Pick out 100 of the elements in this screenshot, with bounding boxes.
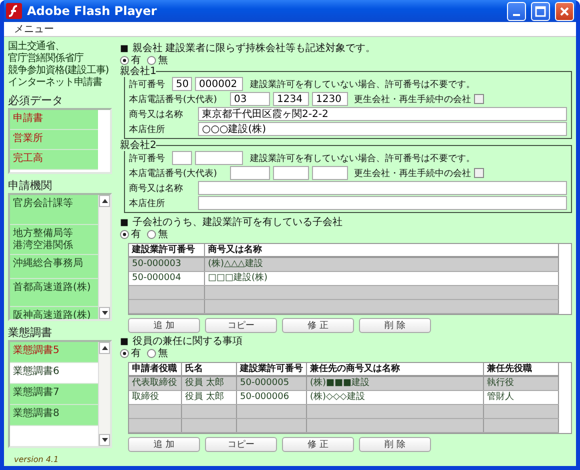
input-field[interactable]: 000002 bbox=[195, 77, 243, 91]
checkbox[interactable] bbox=[474, 168, 484, 178]
bullet-mark: ■ bbox=[120, 336, 129, 348]
table-cell: 50-000003 bbox=[129, 258, 205, 271]
list-title: 業態調書 bbox=[8, 326, 53, 339]
list-item[interactable]: 完工高 bbox=[10, 150, 98, 170]
column-header: 兼任先役職 bbox=[484, 363, 559, 375]
window-title: Adobe Flash Player bbox=[27, 4, 158, 18]
item-text-line: 港湾空港関係 bbox=[13, 240, 73, 252]
table-cell: □□□建設(株) bbox=[205, 272, 559, 285]
list-title: 申請機関 bbox=[8, 179, 53, 192]
bullet-mark: ■ bbox=[120, 43, 129, 55]
list-item[interactable]: 首都高速道路(株) bbox=[10, 279, 98, 307]
action-button[interactable]: 修 正 bbox=[282, 318, 354, 333]
action-button[interactable]: 修 正 bbox=[282, 437, 354, 452]
list-item[interactable]: 沖縄総合事務局 bbox=[10, 255, 98, 279]
input-field[interactable] bbox=[198, 196, 567, 210]
action-button[interactable]: 削 除 bbox=[359, 318, 431, 333]
table-cell: 50-000005 bbox=[237, 377, 307, 390]
menu-item[interactable]: メニュー bbox=[14, 22, 54, 36]
list-item[interactable]: 阪神高速道路(株) bbox=[10, 307, 98, 319]
checkbox[interactable] bbox=[474, 94, 484, 104]
action-button[interactable]: 削 除 bbox=[359, 437, 431, 452]
column-header: 商号又は名称 bbox=[205, 244, 559, 256]
radio-option[interactable]: 無 bbox=[147, 55, 168, 66]
field-label: 許可番号 bbox=[129, 152, 166, 164]
table-row[interactable] bbox=[129, 405, 559, 419]
table-cell: 50-000006 bbox=[237, 391, 307, 404]
field-label: 商号又は名称 bbox=[129, 108, 184, 120]
table-cell: (株)■■■建設 bbox=[307, 377, 484, 390]
field-label: 本店住所 bbox=[129, 124, 166, 136]
close-button[interactable] bbox=[555, 2, 574, 20]
radio-option[interactable]: 有 bbox=[120, 348, 141, 359]
table-cell: 取締役 bbox=[129, 391, 182, 404]
list-item[interactable]: 地方整備局等 港湾空港関係 bbox=[10, 225, 98, 255]
section-heading: 役員の兼任に関する事項 bbox=[132, 336, 243, 348]
list-item[interactable]: 業態調書6 bbox=[10, 363, 98, 384]
field-label: 本店住所 bbox=[129, 198, 166, 210]
table-row[interactable] bbox=[129, 286, 559, 300]
note-text: 建設業許可を有していない場合、許可番号は不要です。 bbox=[250, 152, 475, 164]
input-field[interactable]: 1230 bbox=[312, 92, 348, 106]
table-cell: (株)△△△建設 bbox=[205, 258, 559, 271]
input-field[interactable] bbox=[312, 166, 348, 180]
scrollbar[interactable] bbox=[98, 195, 110, 319]
checkbox-label: 更生会社・再生手続中の会社 bbox=[354, 94, 471, 106]
note-text: 建設業許可を有していない場合、許可番号は不要です。 bbox=[250, 78, 475, 90]
table-cell: 管財人 bbox=[484, 391, 559, 404]
column-header: 申請者役職 bbox=[129, 363, 182, 375]
table-row[interactable]: 取締役 役員 太郎 50-000006 (株)◇◇◇建設 管財人 bbox=[129, 391, 559, 405]
list-item[interactable]: 営業所 bbox=[10, 130, 98, 150]
input-field[interactable] bbox=[273, 166, 309, 180]
item-text-line: 地方整備局等 bbox=[13, 228, 73, 240]
radio-option[interactable]: 有 bbox=[120, 55, 141, 66]
input-field[interactable]: 1234 bbox=[273, 92, 309, 106]
list-item[interactable]: 申請書 bbox=[10, 110, 98, 130]
action-button[interactable]: 追 加 bbox=[128, 318, 200, 333]
list-item[interactable]: 官房会計課等 bbox=[10, 195, 98, 225]
maximize-button[interactable] bbox=[531, 2, 550, 20]
app-icon bbox=[6, 3, 22, 19]
table-row[interactable]: 代表取締役 役員 太郎 50-000005 (株)■■■建設 執行役 bbox=[129, 377, 559, 391]
table-row[interactable] bbox=[129, 419, 559, 433]
action-button[interactable]: コピー bbox=[205, 318, 277, 333]
close-icon bbox=[559, 6, 570, 16]
scrollbar[interactable] bbox=[98, 342, 110, 446]
version-text: version 4.1 bbox=[13, 455, 60, 464]
field-label: 本店電話番号(大代表) bbox=[129, 168, 218, 180]
down-arrow-icon[interactable] bbox=[102, 438, 108, 442]
field-label: 許可番号 bbox=[129, 78, 166, 90]
radio-option[interactable]: 無 bbox=[147, 348, 168, 359]
input-field[interactable]: ○○○建設(株) bbox=[198, 122, 567, 136]
table-cell: 役員 太郎 bbox=[182, 391, 237, 404]
input-field[interactable] bbox=[230, 166, 270, 180]
list-item[interactable]: 業態調書8 bbox=[10, 405, 98, 426]
app-heading: インターネット申請書 bbox=[8, 77, 104, 89]
action-button[interactable]: コピー bbox=[205, 437, 277, 452]
up-arrow-icon[interactable] bbox=[102, 199, 108, 203]
list-item[interactable]: 業態調書5 bbox=[10, 342, 98, 363]
table-row[interactable]: 50-000003 (株)△△△建設 bbox=[129, 258, 559, 272]
maximize-icon bbox=[535, 6, 546, 16]
list-item[interactable]: 業態調書7 bbox=[10, 384, 98, 405]
checkbox-label: 更生会社・再生手続中の会社 bbox=[354, 168, 471, 180]
group-title: 親会社1 bbox=[120, 66, 156, 77]
action-button[interactable]: 追 加 bbox=[128, 437, 200, 452]
app-heading: 国土交通省、 bbox=[8, 41, 66, 52]
input-field[interactable]: 50 bbox=[172, 77, 192, 91]
input-field[interactable]: 03 bbox=[230, 92, 270, 106]
input-field[interactable] bbox=[195, 151, 243, 165]
radio-option[interactable]: 有 bbox=[120, 229, 141, 240]
table-row[interactable]: 50-000004 □□□建設(株) bbox=[129, 272, 559, 286]
down-arrow-icon[interactable] bbox=[102, 311, 108, 315]
table-cell: 役員 太郎 bbox=[182, 377, 237, 390]
radio-option[interactable]: 無 bbox=[147, 229, 168, 240]
minimize-button[interactable] bbox=[507, 2, 526, 20]
table-row[interactable] bbox=[129, 300, 559, 314]
bullet-mark: ■ bbox=[120, 217, 129, 229]
up-arrow-icon[interactable] bbox=[102, 346, 108, 350]
input-field[interactable]: 東京都千代田区霞ヶ関2-2-2 bbox=[198, 107, 567, 121]
input-field[interactable] bbox=[198, 181, 567, 195]
input-field[interactable] bbox=[172, 151, 192, 165]
field-label: 商号又は名称 bbox=[129, 182, 184, 194]
